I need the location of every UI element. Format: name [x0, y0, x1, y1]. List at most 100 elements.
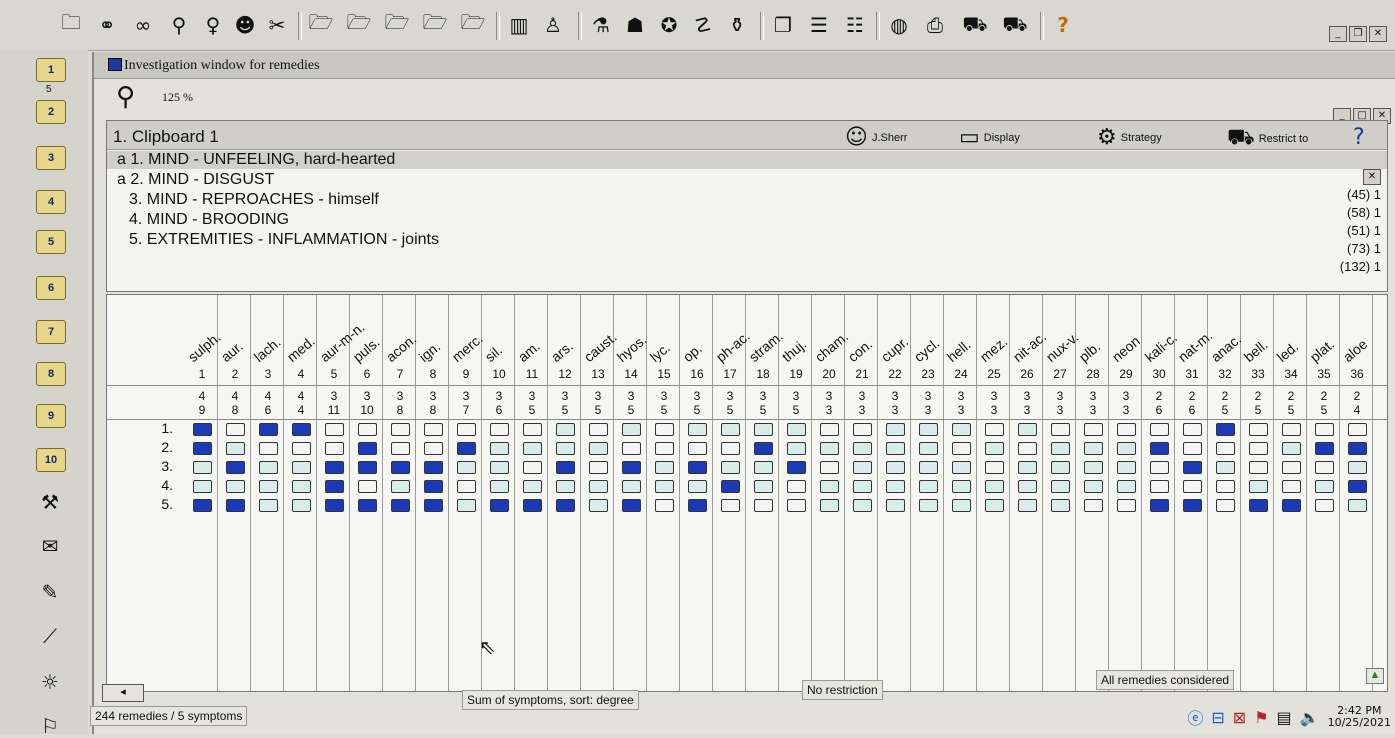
- folder-2-icon[interactable]: 2: [36, 100, 66, 124]
- folder-2-icon[interactable]: 🗁: [384, 10, 410, 38]
- grade-cell[interactable]: [1117, 480, 1136, 493]
- remedy-label[interactable]: sil.: [482, 342, 505, 365]
- grade-cell[interactable]: [358, 499, 377, 512]
- grade-cell[interactable]: [1249, 461, 1268, 474]
- status-considered[interactable]: All remedies considered: [1096, 670, 1235, 690]
- folder-3-icon[interactable]: 🗁: [422, 10, 448, 38]
- grade-cell[interactable]: [490, 480, 509, 493]
- grade-cell[interactable]: [622, 480, 641, 493]
- grade-cell[interactable]: [721, 499, 740, 512]
- grade-cell[interactable]: [1315, 461, 1334, 474]
- grade-cell[interactable]: [1018, 499, 1037, 512]
- grade-cell[interactable]: [193, 480, 212, 493]
- folder-6-icon[interactable]: 6: [36, 276, 66, 300]
- folder-1-icon[interactable]: 1: [36, 58, 66, 82]
- grade-cell[interactable]: [886, 461, 905, 474]
- grade-cell[interactable]: [622, 423, 641, 436]
- remedy-label[interactable]: stram.: [746, 328, 786, 365]
- grade-cell[interactable]: [1117, 442, 1136, 455]
- folder-8-icon[interactable]: 8: [36, 362, 66, 386]
- grade-cell[interactable]: [1249, 480, 1268, 493]
- grade-cell[interactable]: [820, 480, 839, 493]
- grade-cell[interactable]: [622, 499, 641, 512]
- grade-cell[interactable]: [1084, 442, 1103, 455]
- grade-cell[interactable]: [787, 461, 806, 474]
- globe-icon[interactable]: ◍: [886, 12, 912, 38]
- grade-cell[interactable]: [193, 442, 212, 455]
- grade-cell[interactable]: [589, 442, 608, 455]
- help-button[interactable]: ?: [1353, 125, 1365, 150]
- grade-cell[interactable]: [391, 480, 410, 493]
- grade-cell[interactable]: [1315, 499, 1334, 512]
- grade-cell[interactable]: [1216, 423, 1235, 436]
- grade-cell[interactable]: [1315, 423, 1334, 436]
- grade-cell[interactable]: [754, 442, 773, 455]
- scroll-left-button[interactable]: ◂: [102, 684, 144, 702]
- grade-cell[interactable]: [787, 480, 806, 493]
- list-icon[interactable]: ☷: [842, 12, 868, 38]
- grade-cell[interactable]: [589, 423, 608, 436]
- grade-cell[interactable]: [1183, 499, 1202, 512]
- grade-cell[interactable]: [886, 499, 905, 512]
- help-icon[interactable]: ?: [1050, 12, 1076, 38]
- grade-cell[interactable]: [589, 499, 608, 512]
- grade-cell[interactable]: [1216, 461, 1235, 474]
- grade-cell[interactable]: [820, 442, 839, 455]
- symptom-row-1[interactable]: a 1. MIND - UNFEELING, hard-hearted: [107, 151, 1387, 169]
- grade-cell[interactable]: [688, 442, 707, 455]
- grade-cell[interactable]: [1216, 499, 1235, 512]
- grade-cell[interactable]: [1183, 423, 1202, 436]
- folder-4-icon[interactable]: 🗁: [460, 10, 486, 38]
- grade-cell[interactable]: [1084, 461, 1103, 474]
- grade-cell[interactable]: [754, 499, 773, 512]
- grade-cell[interactable]: [1282, 442, 1301, 455]
- remedy-label[interactable]: mez.: [977, 333, 1011, 365]
- idea-icon[interactable]: ☼: [36, 670, 64, 694]
- grade-cell[interactable]: [226, 442, 245, 455]
- grade-cell[interactable]: [1315, 480, 1334, 493]
- grade-cell[interactable]: [1150, 461, 1169, 474]
- grade-cell[interactable]: [457, 499, 476, 512]
- grade-cell[interactable]: [853, 442, 872, 455]
- remedy-label[interactable]: ars.: [548, 338, 576, 365]
- remedy-label[interactable]: plat.: [1307, 336, 1338, 365]
- grade-cell[interactable]: [556, 442, 575, 455]
- grade-cell[interactable]: [490, 442, 509, 455]
- grade-cell[interactable]: [490, 461, 509, 474]
- device-icon[interactable]: ▤: [1277, 708, 1292, 727]
- grade-cell[interactable]: [556, 461, 575, 474]
- folder-4-icon[interactable]: 4: [36, 190, 66, 214]
- grade-cell[interactable]: [226, 499, 245, 512]
- grade-cell[interactable]: [424, 480, 443, 493]
- grade-cell[interactable]: [1150, 442, 1169, 455]
- grade-cell[interactable]: [1051, 480, 1070, 493]
- grade-cell[interactable]: [325, 423, 344, 436]
- grade-cell[interactable]: [457, 423, 476, 436]
- grade-cell[interactable]: [1183, 461, 1202, 474]
- remedy-label[interactable]: ph-ac.: [713, 328, 753, 365]
- grade-cell[interactable]: [226, 461, 245, 474]
- grade-cell[interactable]: [391, 423, 410, 436]
- grade-cell[interactable]: [1282, 480, 1301, 493]
- grade-cell[interactable]: [721, 442, 740, 455]
- grade-cell[interactable]: [952, 499, 971, 512]
- binoculars-icon[interactable]: ⚭: [94, 12, 120, 38]
- grade-cell[interactable]: [226, 423, 245, 436]
- user-button[interactable]: ☺ J.Sherr: [845, 125, 907, 150]
- remedy-label[interactable]: cycl.: [911, 335, 943, 365]
- grade-cell[interactable]: [556, 423, 575, 436]
- grade-cell[interactable]: [985, 480, 1004, 493]
- strategy-button[interactable]: ⚙ Strategy: [1097, 125, 1162, 150]
- grade-cell[interactable]: [853, 499, 872, 512]
- grade-cell[interactable]: [622, 442, 641, 455]
- grade-cell[interactable]: [820, 499, 839, 512]
- family-icon[interactable]: ♙: [540, 12, 566, 38]
- grade-cell[interactable]: [1249, 423, 1268, 436]
- car-icon[interactable]: ⛟: [962, 12, 988, 38]
- grade-cell[interactable]: [556, 499, 575, 512]
- grade-cell[interactable]: [391, 442, 410, 455]
- grade-cell[interactable]: [1282, 499, 1301, 512]
- grade-cell[interactable]: [523, 461, 542, 474]
- grade-cell[interactable]: [292, 480, 311, 493]
- grade-cell[interactable]: [1216, 480, 1235, 493]
